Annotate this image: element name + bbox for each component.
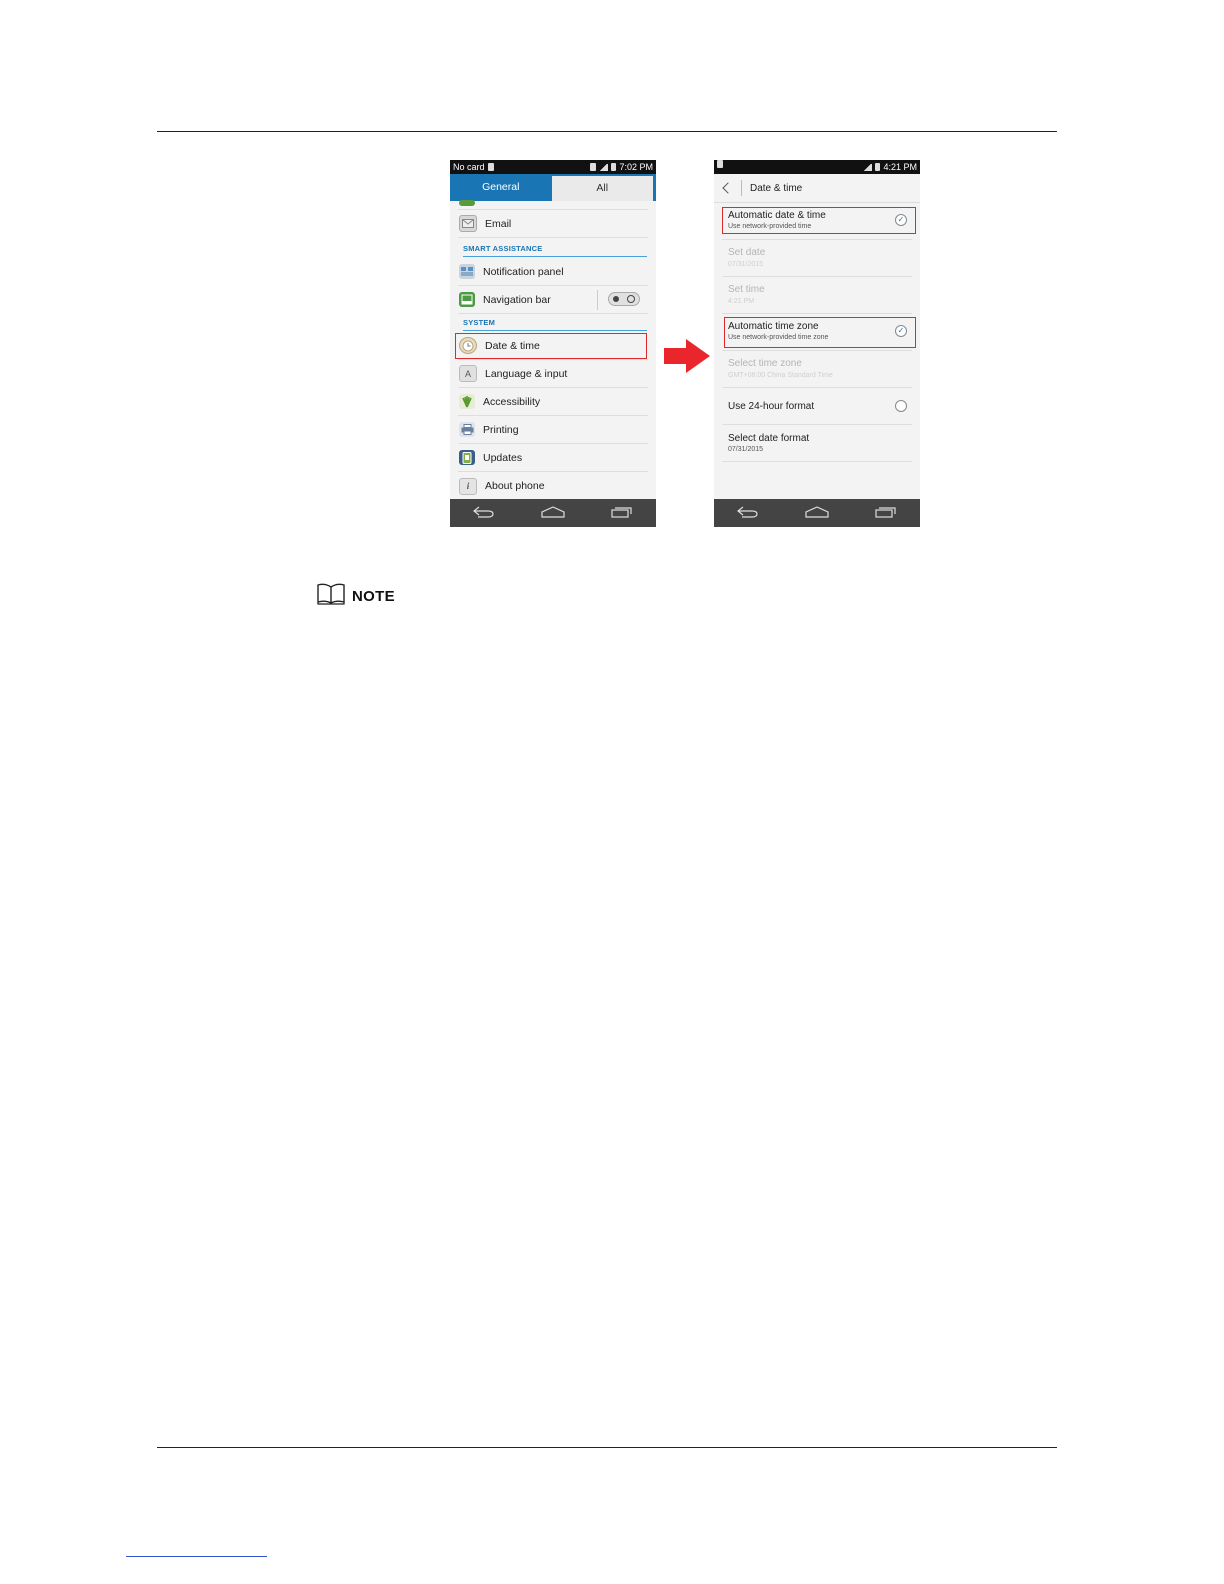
back-arrow-icon[interactable] xyxy=(722,182,734,194)
header-divider xyxy=(741,180,742,196)
header-rule xyxy=(157,131,1057,132)
row-title: Set time xyxy=(728,284,765,295)
printing-label: Printing xyxy=(483,423,519,436)
row-subtitle: GMT+08:00 China Standard Time xyxy=(728,372,833,379)
updates-icon xyxy=(459,450,475,465)
arrow-right-icon xyxy=(664,339,710,378)
settings-tabs: General All xyxy=(450,174,656,201)
recent-apps-icon[interactable] xyxy=(611,505,633,521)
back-icon[interactable] xyxy=(737,505,759,521)
row-subtitle: 4:21 PM xyxy=(728,298,755,305)
status-bar: 4:21 PM xyxy=(714,160,920,174)
footer-link-underline[interactable] xyxy=(126,1556,267,1557)
accessibility-icon xyxy=(459,394,475,409)
highlight-date-time xyxy=(455,333,647,359)
home-icon[interactable] xyxy=(805,505,829,521)
row-title: Select time zone xyxy=(728,358,802,369)
list-item-notification-panel[interactable]: Notification panel xyxy=(458,258,648,286)
list-item-navigation-bar[interactable]: Navigation bar xyxy=(458,286,648,314)
navigation-bar xyxy=(714,499,920,527)
section-system: SYSTEM xyxy=(463,318,647,331)
tab-general[interactable]: General xyxy=(450,174,552,201)
row-use-24-hour[interactable]: Use 24-hour format xyxy=(722,388,912,425)
row-subtitle: 07/31/2015 xyxy=(728,446,764,453)
navigation-bar-icon xyxy=(459,292,475,307)
row-title: Select date format xyxy=(728,433,810,444)
row-subtitle: 07/31/2015 xyxy=(728,261,764,268)
status-time: 4:21 PM xyxy=(883,162,917,172)
home-icon[interactable] xyxy=(541,505,565,521)
sim-slot-icon xyxy=(590,163,597,171)
row-select-time-zone[interactable]: Select time zone GMT+08:00 China Standar… xyxy=(722,351,912,388)
info-icon: i xyxy=(459,477,477,495)
accessibility-label: Accessibility xyxy=(483,395,541,408)
signal-icon xyxy=(599,163,609,171)
note-callout: NOTE xyxy=(316,583,395,610)
row-set-date[interactable]: Set date 07/31/2015 xyxy=(722,240,912,277)
language-input-label: Language & input xyxy=(485,367,568,380)
row-title: Set date xyxy=(728,247,766,258)
divider xyxy=(597,290,598,310)
notification-panel-label: Notification panel xyxy=(483,265,564,278)
list-item-accessibility[interactable]: Accessibility xyxy=(458,388,648,416)
highlight-automatic-date-time xyxy=(722,207,916,234)
screen-header: Date & time xyxy=(714,174,920,203)
footer-rule xyxy=(157,1447,1057,1448)
back-icon[interactable] xyxy=(473,505,495,521)
list-item-partial[interactable] xyxy=(458,200,648,210)
carrier-text: No card xyxy=(453,162,485,172)
navigation-bar-label: Navigation bar xyxy=(483,293,551,306)
about-phone-label: About phone xyxy=(485,480,545,492)
tab-all[interactable]: All xyxy=(551,174,656,201)
navigation-bar xyxy=(450,499,656,527)
recent-apps-icon[interactable] xyxy=(875,505,897,521)
status-time: 7:02 PM xyxy=(619,162,653,172)
signal-icon xyxy=(863,163,873,171)
highlight-automatic-time-zone xyxy=(724,317,916,348)
list-item-language-input[interactable]: A Language & input xyxy=(458,360,648,388)
row-title: Use 24-hour format xyxy=(728,401,815,412)
list-item-email[interactable]: Email xyxy=(458,210,648,238)
updates-label: Updates xyxy=(483,451,523,464)
row-select-date-format[interactable]: Select date format 07/31/2015 xyxy=(722,425,912,462)
app-icon xyxy=(459,200,475,206)
list-item-printing[interactable]: Printing xyxy=(458,416,648,444)
list-item-updates[interactable]: Updates xyxy=(458,444,648,472)
book-icon xyxy=(316,583,346,610)
section-smart-assistance: SMART ASSISTANCE xyxy=(463,244,647,257)
battery-icon xyxy=(875,163,881,171)
language-icon: A xyxy=(459,365,477,382)
sim-icon xyxy=(717,160,723,168)
note-label: NOTE xyxy=(352,588,395,605)
notification-panel-icon xyxy=(459,264,475,279)
screen-title: Date & time xyxy=(750,182,803,194)
use-24-hour-checkbox[interactable] xyxy=(895,400,907,412)
email-icon xyxy=(459,215,477,232)
toggle-off-indicator xyxy=(627,295,635,303)
navigation-bar-toggle[interactable] xyxy=(608,292,640,306)
status-bar: No card 7:02 PM xyxy=(450,160,656,174)
email-label: Email xyxy=(485,217,512,230)
printer-icon xyxy=(459,422,475,437)
list-item-about-phone[interactable]: i About phone xyxy=(458,472,648,500)
toggle-knob xyxy=(613,296,619,302)
battery-icon xyxy=(611,163,617,171)
sim-icon xyxy=(487,163,494,171)
row-set-time[interactable]: Set time 4:21 PM xyxy=(722,277,912,314)
